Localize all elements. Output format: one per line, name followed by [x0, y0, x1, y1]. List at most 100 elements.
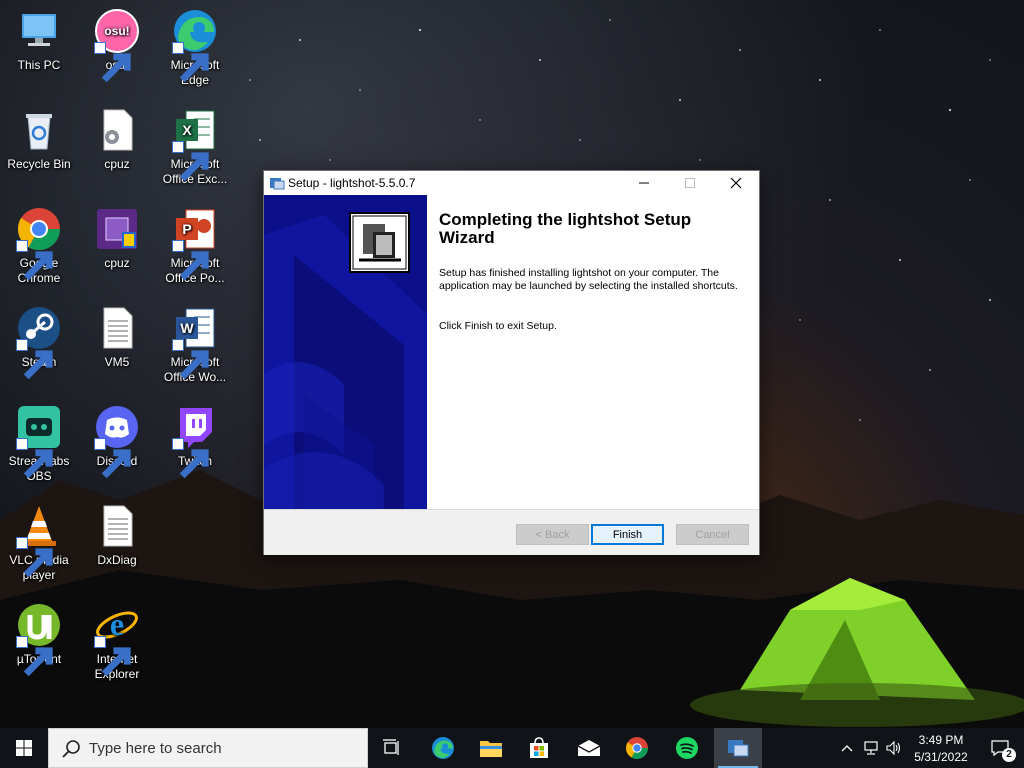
shortcut-arrow-icon — [172, 438, 209, 479]
desktop-icon-label: This PC — [17, 58, 61, 72]
close-button[interactable] — [713, 171, 759, 195]
window-titlebar[interactable]: Setup - lightshot-5.5.0.7 — [264, 171, 759, 195]
desktop-icon-label: DxDiag — [97, 553, 137, 567]
setup-app-icon — [269, 175, 285, 191]
notification-count-badge: 2 — [1002, 748, 1016, 762]
finish-button[interactable]: Finish — [591, 524, 664, 545]
desktop-icon-twitch[interactable]: Twitch — [158, 404, 232, 479]
excel-icon: X — [172, 107, 218, 182]
taskbar-chrome[interactable] — [614, 728, 660, 768]
twitch-icon — [172, 404, 218, 479]
search-placeholder: Type here to search — [89, 740, 222, 757]
minimize-button[interactable] — [621, 171, 667, 195]
network-button[interactable] — [860, 728, 882, 768]
svg-text:osu!: osu! — [104, 24, 129, 38]
search-icon — [62, 740, 80, 758]
speaker-icon — [886, 741, 901, 755]
desktop-icon-streamlabs-obs[interactable]: Streamlabs OBS — [2, 404, 76, 484]
wizard-heading: Completing the lightshot Setup Wizard — [439, 210, 692, 247]
desktop-icon-label: VM5 — [104, 355, 130, 369]
edge-icon — [172, 8, 218, 83]
chrome-icon — [16, 206, 62, 281]
wizard-exit-instruction: Click Finish to exit Setup. — [439, 320, 557, 332]
desktop-icon-word[interactable]: W Microsoft Office Wo... — [158, 305, 232, 385]
close-icon — [730, 177, 742, 189]
wizard-button-bar: < Back Finish Cancel — [264, 509, 759, 555]
task-view-button[interactable] — [370, 728, 414, 768]
steam-icon — [16, 305, 62, 380]
desktop-icon-microsoft-edge[interactable]: Microsoft Edge — [158, 8, 232, 88]
desktop-icon-vlc[interactable]: VLC media player — [2, 503, 76, 583]
svg-text:W: W — [180, 320, 194, 336]
desktop-icon-google-chrome[interactable]: Google Chrome — [2, 206, 76, 286]
shortcut-arrow-icon — [172, 42, 209, 83]
desktop-icon-excel[interactable]: X Microsoft Office Exc... — [158, 107, 232, 187]
shortcut-arrow-icon — [16, 537, 53, 578]
desktop-icon-dxdiag[interactable]: DxDiag — [80, 503, 154, 568]
edge-icon — [432, 737, 454, 759]
desktop-icon-cpuz-file[interactable]: cpuz — [80, 107, 154, 172]
desktop-icon-this-pc[interactable]: This PC — [2, 8, 76, 73]
clock-date: 5/31/2022 — [914, 750, 968, 764]
folder-icon — [480, 741, 502, 757]
window-title: Setup - lightshot-5.5.0.7 — [288, 176, 416, 190]
desktop-icon-label: cpuz — [104, 256, 130, 270]
network-icon — [864, 741, 878, 755]
desktop-icon-cpuz[interactable]: cpuz — [80, 206, 154, 271]
recycle-bin-icon — [16, 107, 62, 153]
setup-window: Setup - lightshot-5.5.0.7 Completing the… — [263, 170, 760, 555]
shortcut-arrow-icon — [172, 240, 209, 281]
gear-file-icon — [94, 107, 140, 153]
desktop-icon-discord[interactable]: Discord — [80, 404, 154, 479]
desktop-icon-steam[interactable]: Steam — [2, 305, 76, 380]
taskbar-mail[interactable] — [566, 728, 612, 768]
windows-logo-icon — [16, 740, 32, 756]
taskbar-spotify[interactable] — [664, 728, 710, 768]
cpu-chip-icon — [94, 206, 140, 252]
desktop-icon-label: cpuz — [104, 157, 130, 171]
taskbar-lightshot-setup[interactable] — [714, 728, 762, 768]
vlc-cone-icon — [16, 503, 62, 578]
installer-logo — [349, 212, 410, 273]
wizard-finish-message: Setup has finished installing lightshot … — [439, 267, 738, 292]
taskbar-search-box[interactable]: Type here to search — [48, 728, 368, 768]
start-button[interactable] — [0, 728, 48, 768]
show-hidden-icons-button[interactable] — [836, 728, 858, 768]
chevron-up-icon — [841, 745, 853, 752]
maximize-icon — [685, 178, 695, 188]
chrome-icon — [626, 737, 648, 759]
clock-time: 3:49 PM — [918, 733, 964, 747]
osu-icon: osu! — [94, 8, 140, 83]
back-button: < Back — [516, 524, 589, 545]
shortcut-arrow-icon — [16, 636, 53, 677]
discord-icon — [94, 404, 140, 479]
cancel-button: Cancel — [676, 524, 749, 545]
desktop-icon-label: Recycle Bin — [7, 157, 71, 171]
text-file-icon — [94, 503, 140, 549]
shortcut-arrow-icon — [16, 240, 53, 281]
minimize-icon — [639, 182, 649, 184]
desktop-icon-internet-explorer[interactable]: e Internet Explorer — [80, 602, 154, 682]
desktop-icon-powerpoint[interactable]: P Microsoft Office Po... — [158, 206, 232, 286]
desktop-icon-utorrent[interactable]: µTorrent — [2, 602, 76, 677]
shortcut-arrow-icon — [16, 438, 53, 479]
setup-installer-icon — [728, 740, 749, 757]
shortcut-arrow-icon — [172, 141, 209, 182]
desktop-icon-osu[interactable]: osu! osu! — [80, 8, 154, 83]
streamlabs-icon — [16, 404, 62, 479]
volume-button[interactable] — [883, 728, 905, 768]
taskbar-microsoft-store[interactable] — [516, 728, 562, 768]
internet-explorer-icon: e — [94, 602, 140, 677]
taskbar-file-explorer[interactable] — [468, 728, 514, 768]
action-center-button[interactable]: 2 — [980, 728, 1020, 768]
desktop-icon-vm5[interactable]: VM5 — [80, 305, 154, 370]
taskbar: Type here to search 3:49 PM 5/31/2022 2 — [0, 728, 1024, 768]
taskbar-edge[interactable] — [420, 728, 466, 768]
mail-icon — [577, 740, 601, 756]
desktop-icon-recycle-bin[interactable]: Recycle Bin — [2, 107, 76, 172]
spotify-icon — [676, 737, 698, 759]
clock-button[interactable]: 3:49 PM 5/31/2022 — [906, 728, 976, 768]
svg-text:X: X — [182, 122, 192, 138]
powerpoint-icon: P — [172, 206, 218, 281]
maximize-button — [667, 171, 713, 195]
